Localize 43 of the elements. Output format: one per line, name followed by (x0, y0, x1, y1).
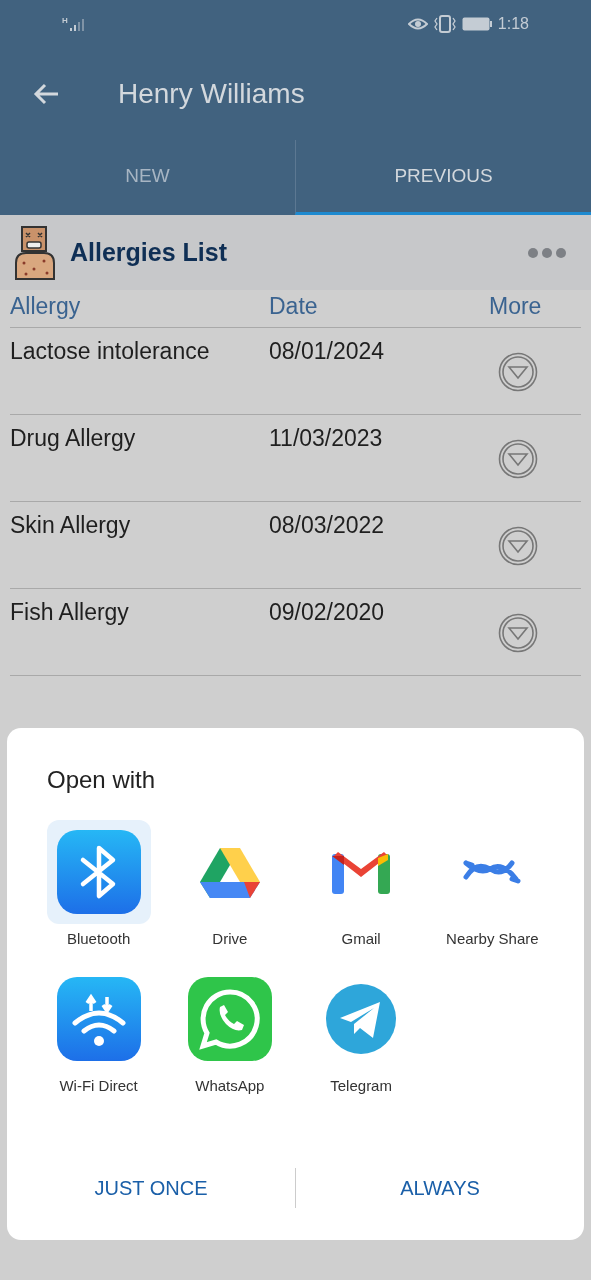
expand-button[interactable] (498, 352, 538, 392)
table-cell-text: Lactose intolerance (10, 337, 211, 366)
app-option[interactable]: Drive (164, 820, 296, 951)
app-option[interactable]: Gmail (295, 820, 427, 951)
paper-plane-icon (326, 983, 397, 1054)
dialog-button[interactable]: JUST ONCE (7, 1168, 295, 1208)
app-option[interactable]: WhatsApp (164, 966, 296, 1097)
dialog-title: Open with (47, 765, 156, 795)
triangle-logo-icon (199, 846, 260, 898)
app-option[interactable]: Telegram (295, 966, 427, 1097)
wifi-icon (56, 976, 141, 1061)
envelope-m-icon (332, 850, 391, 894)
table-cell-text: 11/03/2023 (269, 424, 384, 453)
app-option[interactable]: Wi-Fi Direct (33, 966, 165, 1097)
app-option[interactable]: Nearby Share (426, 820, 558, 951)
list-title: Allergies List (70, 236, 227, 268)
bluetooth-icon (56, 830, 141, 914)
table-cell-text: Fish Allergy (10, 598, 130, 627)
table-cell-text: 08/01/2024 (269, 337, 386, 366)
eye-icon (407, 17, 428, 31)
toolbar-title: Henry Williams (118, 77, 305, 111)
column-header: Allergy (10, 291, 82, 321)
table-cell-text: 08/03/2022 (269, 511, 386, 540)
expand-button[interactable] (498, 613, 538, 653)
expand-button[interactable] (498, 439, 538, 479)
back-arrow-icon (32, 82, 60, 106)
crossed-waves-icon (463, 860, 522, 884)
network-type: H (62, 17, 68, 25)
clock: 1:18 (497, 14, 529, 34)
dialog-button[interactable]: ALWAYS (295, 1168, 584, 1208)
signal-icon (68, 17, 85, 31)
patient-rash-icon (14, 224, 56, 281)
chat-phone-icon (187, 976, 272, 1061)
more-menu-button[interactable] (527, 246, 567, 259)
column-header: More (489, 291, 542, 321)
table-cell-text: 09/02/2020 (269, 598, 386, 627)
vibrate-icon (433, 15, 456, 33)
more-icon (527, 246, 567, 259)
table-cell-text: Skin Allergy (10, 511, 132, 540)
battery-icon (461, 17, 492, 31)
table-cell-text: Drug Allergy (10, 424, 137, 453)
column-header: Date (269, 291, 319, 321)
expand-button[interactable] (498, 526, 538, 566)
